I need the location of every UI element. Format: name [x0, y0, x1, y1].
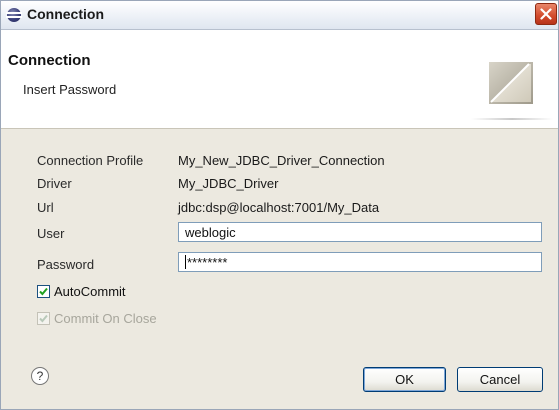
password-label: Password: [37, 257, 95, 272]
close-icon: [540, 8, 552, 20]
window-title: Connection: [27, 6, 104, 22]
url-label: Url: [37, 200, 54, 215]
autocommit-checkbox[interactable]: [37, 285, 50, 298]
ok-button[interactable]: OK: [363, 367, 446, 392]
user-label: User: [37, 226, 65, 241]
checkmark-icon: [39, 314, 48, 323]
title-bar[interactable]: Connection: [1, 1, 558, 30]
connection-dialog: Connection Connection Insert Password Co…: [0, 0, 559, 410]
password-input[interactable]: ********: [178, 252, 542, 272]
banner-divider: [471, 118, 553, 120]
connection-form: Connection Profile My_New_JDBC_Driver_Co…: [1, 129, 558, 389]
help-icon[interactable]: ?: [31, 367, 49, 385]
connection-profile-label: Connection Profile: [37, 153, 144, 168]
url-value: jdbc:dsp@localhost:7001/My_Data: [178, 200, 380, 215]
commit-on-close-checkbox: [37, 312, 50, 325]
connection-profile-value: My_New_JDBC_Driver_Connection: [178, 153, 385, 168]
commit-on-close-label: Commit On Close: [54, 311, 157, 326]
cancel-button[interactable]: Cancel: [457, 367, 543, 392]
password-masked-value: ********: [187, 255, 228, 270]
commit-on-close-option: Commit On Close: [37, 311, 157, 326]
banner-title: Connection: [8, 52, 91, 69]
text-caret: [185, 255, 186, 269]
close-button[interactable]: [535, 3, 557, 25]
driver-label: Driver: [37, 176, 72, 191]
autocommit-option[interactable]: AutoCommit: [37, 284, 126, 299]
dialog-banner: Connection Insert Password: [1, 30, 558, 129]
autocommit-label: AutoCommit: [54, 284, 126, 299]
user-input[interactable]: weblogic: [178, 222, 542, 242]
connection-wizard-graphic-icon: [489, 62, 533, 104]
checkmark-icon: [39, 287, 48, 296]
app-icon: [6, 8, 22, 22]
driver-value: My_JDBC_Driver: [178, 176, 279, 191]
banner-subtitle: Insert Password: [23, 82, 117, 97]
